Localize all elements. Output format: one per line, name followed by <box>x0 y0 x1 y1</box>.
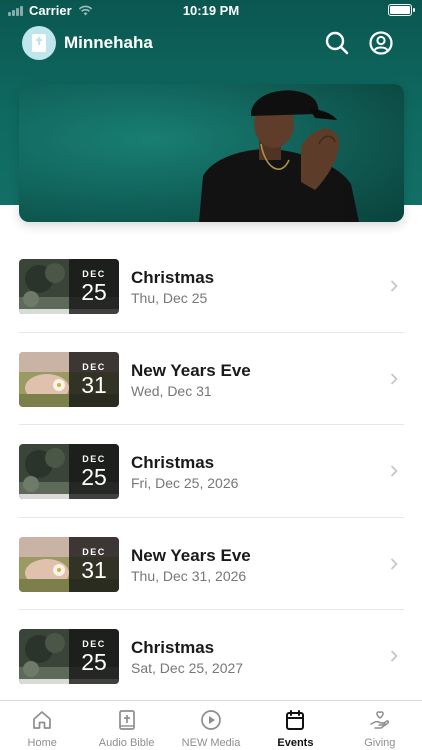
user-circle-icon <box>369 31 393 55</box>
event-thumbnail: DEC 25 <box>19 259 119 314</box>
giving-hand-icon <box>370 711 389 729</box>
play-icon <box>201 710 221 730</box>
event-title: Christmas <box>131 638 215 657</box>
book-icon[interactable] <box>22 26 56 60</box>
app-title: Minnehaha <box>64 33 153 52</box>
events-list: DEC 25 Christmas Thu, Dec 25 DEC 31 New … <box>19 240 404 703</box>
date-day: 31 <box>81 371 107 398</box>
date-month: DEC <box>82 639 106 649</box>
tab-bar: Home Audio Bible NEW Media Events Giving <box>0 700 422 750</box>
hero-banner[interactable] <box>19 84 404 222</box>
list-item[interactable]: DEC 25 Christmas Fri, Dec 25, 2026 <box>19 425 404 518</box>
event-thumbnail: DEC 31 <box>19 536 119 592</box>
tab-label: Home <box>27 737 57 749</box>
tab-giving[interactable]: Giving <box>338 701 422 750</box>
date-badge: DEC 25 <box>69 259 119 314</box>
chevron-right-icon <box>390 372 398 385</box>
event-title: New Years Eve <box>131 360 251 380</box>
event-date: Thu, Dec 25 <box>131 290 208 306</box>
event-date: Fri, Dec 25, 2026 <box>131 475 239 491</box>
profile-button[interactable] <box>368 30 394 56</box>
date-month: DEC <box>82 269 106 279</box>
date-badge: DEC 25 <box>69 629 119 684</box>
date-day: 25 <box>81 279 107 305</box>
search-icon <box>325 31 349 55</box>
tab-events[interactable]: Events <box>253 701 337 750</box>
status-time: 10:19 PM <box>182 3 240 18</box>
event-date: Wed, Dec 31 <box>131 382 212 399</box>
status-bar: Carrier 10:19 PM <box>0 0 422 22</box>
date-badge: DEC 25 <box>69 444 119 499</box>
app-header: Minnehaha <box>0 24 422 64</box>
chevron-right-icon <box>390 557 398 570</box>
event-thumbnail: DEC 25 <box>19 629 119 684</box>
tab-home[interactable]: Home <box>0 701 84 750</box>
search-button[interactable] <box>324 30 350 56</box>
tab-audio-bible[interactable]: Audio Bible <box>84 701 168 750</box>
home-icon <box>33 711 52 729</box>
hero-image <box>19 84 404 222</box>
list-item[interactable]: DEC 31 New Years Eve Wed, Dec 31 <box>19 333 404 425</box>
date-month: DEC <box>82 454 106 464</box>
list-item[interactable]: DEC 25 Christmas Thu, Dec 25 <box>19 240 404 333</box>
event-date: Thu, Dec 31, 2026 <box>131 567 247 584</box>
date-month: DEC <box>82 546 106 557</box>
event-thumbnail: DEC 31 <box>19 351 119 407</box>
chevron-right-icon <box>390 650 398 662</box>
tab-new-media[interactable]: NEW Media <box>169 701 253 750</box>
calendar-icon <box>286 710 305 730</box>
chevron-right-icon <box>390 465 398 477</box>
tab-label: Giving <box>364 737 396 749</box>
event-thumbnail: DEC 25 <box>19 444 119 499</box>
bible-icon <box>118 710 135 730</box>
event-title: Christmas <box>131 268 215 287</box>
date-day: 31 <box>81 556 107 583</box>
event-date: Sat, Dec 25, 2027 <box>131 660 244 676</box>
date-day: 25 <box>81 464 107 490</box>
chevron-right-icon <box>390 280 398 292</box>
list-item[interactable]: DEC 31 New Years Eve Thu, Dec 31, 2026 <box>19 518 404 610</box>
battery-icon <box>388 4 415 16</box>
date-month: DEC <box>82 361 106 372</box>
event-title: New Years Eve <box>131 545 251 565</box>
tab-label: NEW Media <box>181 737 241 749</box>
date-badge: DEC 31 <box>69 536 119 592</box>
list-item[interactable]: DEC 25 Christmas Sat, Dec 25, 2027 <box>19 610 404 703</box>
tab-label: Audio Bible <box>98 737 155 749</box>
tab-label: Events <box>277 737 314 749</box>
event-title: Christmas <box>131 453 215 472</box>
date-day: 25 <box>81 649 107 675</box>
date-badge: DEC 31 <box>69 351 119 407</box>
